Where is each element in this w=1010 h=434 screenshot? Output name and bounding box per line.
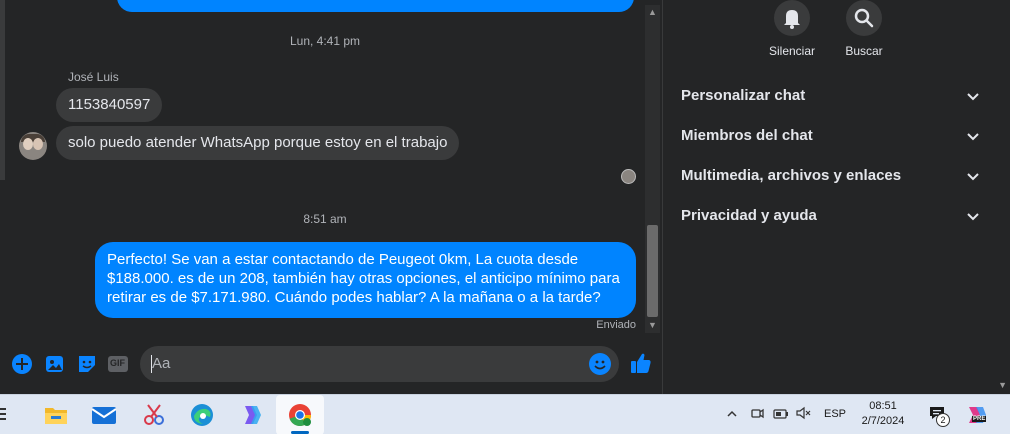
chat-area: Lun, 4:41 pm José Luis 1153840597 solo p… [0,0,662,394]
chat-info-panel: Silenciar Buscar Personalizar chat Miemb… [662,0,1010,394]
file-explorer-icon[interactable] [42,401,70,429]
search-button[interactable]: Buscar [829,0,899,58]
seen-indicator-avatar [621,169,636,184]
section-label: Privacidad y ayuda [681,207,817,224]
scroll-up-arrow-icon[interactable]: ▲ [645,5,660,20]
gif-icon[interactable]: GIF [107,353,129,375]
chrome-icon[interactable] [286,401,314,429]
meet-now-icon[interactable] [750,406,764,425]
outgoing-message[interactable]: Perfecto! Se van a estar contactando de … [95,242,636,318]
pre-badge: PRE [972,416,987,422]
mute-label: Silenciar [768,44,816,58]
chat-scrollbar[interactable]: ▲ ▼ [645,5,660,333]
section-label: Personalizar chat [681,87,806,104]
timestamp-divider: Lun, 4:41 pm [289,34,361,48]
bell-icon [774,0,810,36]
scroll-thumb[interactable] [647,225,658,317]
sticker-icon[interactable] [76,353,98,375]
plus-circle-icon[interactable] [11,353,33,375]
copilot-icon[interactable] [237,401,265,429]
language-indicator[interactable]: ESP [824,408,846,420]
section-media-files-links[interactable]: Multimedia, archivos y enlaces [681,166,981,206]
snipping-tool-icon[interactable] [140,401,168,429]
timestamp-divider: 8:51 am [303,212,347,226]
section-label: Miembros del chat [681,127,813,144]
notification-badge: 2 [936,413,950,427]
volume-muted-icon[interactable] [795,406,811,425]
messenger-window: Lun, 4:41 pm José Luis 1153840597 solo p… [0,0,1010,434]
scroll-down-arrow-icon[interactable]: ▼ [645,318,660,333]
section-label: Multimedia, archivos y enlaces [681,167,902,184]
copilot-pre-icon[interactable]: PRE [965,403,989,427]
clock-date: 2/7/2024 [861,415,905,427]
chevron-down-icon [967,93,979,101]
section-privacy-help[interactable]: Privacidad y ayuda [681,206,981,246]
emoji-icon[interactable] [589,353,611,375]
search-label: Buscar [845,44,883,58]
contact-avatar[interactable] [19,132,47,160]
notification-center-icon[interactable]: 2 [928,405,950,427]
system-clock[interactable]: 08:51 2/7/2024 [848,399,918,429]
search-icon [846,0,882,36]
mute-button[interactable]: Silenciar [757,0,827,58]
like-icon[interactable] [630,351,652,373]
edge-icon[interactable] [188,401,216,429]
gif-label: GIF [110,358,125,368]
previous-outgoing-bubble [117,0,634,12]
section-customize-chat[interactable]: Personalizar chat [681,86,981,126]
windows-taskbar: ESP 08:51 2/7/2024 2 PRE [0,394,1010,434]
chevron-down-icon [967,173,979,181]
chevron-down-icon [967,213,979,221]
battery-icon[interactable] [773,407,789,425]
chevron-up-icon[interactable] [726,407,738,425]
sender-name: José Luis [68,70,119,84]
incoming-message[interactable]: 1153840597 [56,88,163,122]
message-status: Enviado [596,319,636,331]
panel-scrollbar[interactable]: ▼ [993,0,1010,394]
message-composer: GIF Aa [0,340,662,394]
mail-icon[interactable] [90,401,118,429]
incoming-message[interactable]: solo puedo atender WhatsApp porque estoy… [56,126,460,160]
message-input[interactable]: Aa [140,346,619,382]
window-edge [0,0,5,180]
clock-time: 08:51 [869,400,897,412]
scroll-down-arrow-icon[interactable]: ▼ [998,380,1007,390]
task-view-icon[interactable] [0,407,8,421]
chevron-down-icon [967,133,979,141]
section-chat-members[interactable]: Miembros del chat [681,126,981,166]
image-icon[interactable] [44,353,66,375]
message-input-placeholder: Aa [152,355,171,372]
